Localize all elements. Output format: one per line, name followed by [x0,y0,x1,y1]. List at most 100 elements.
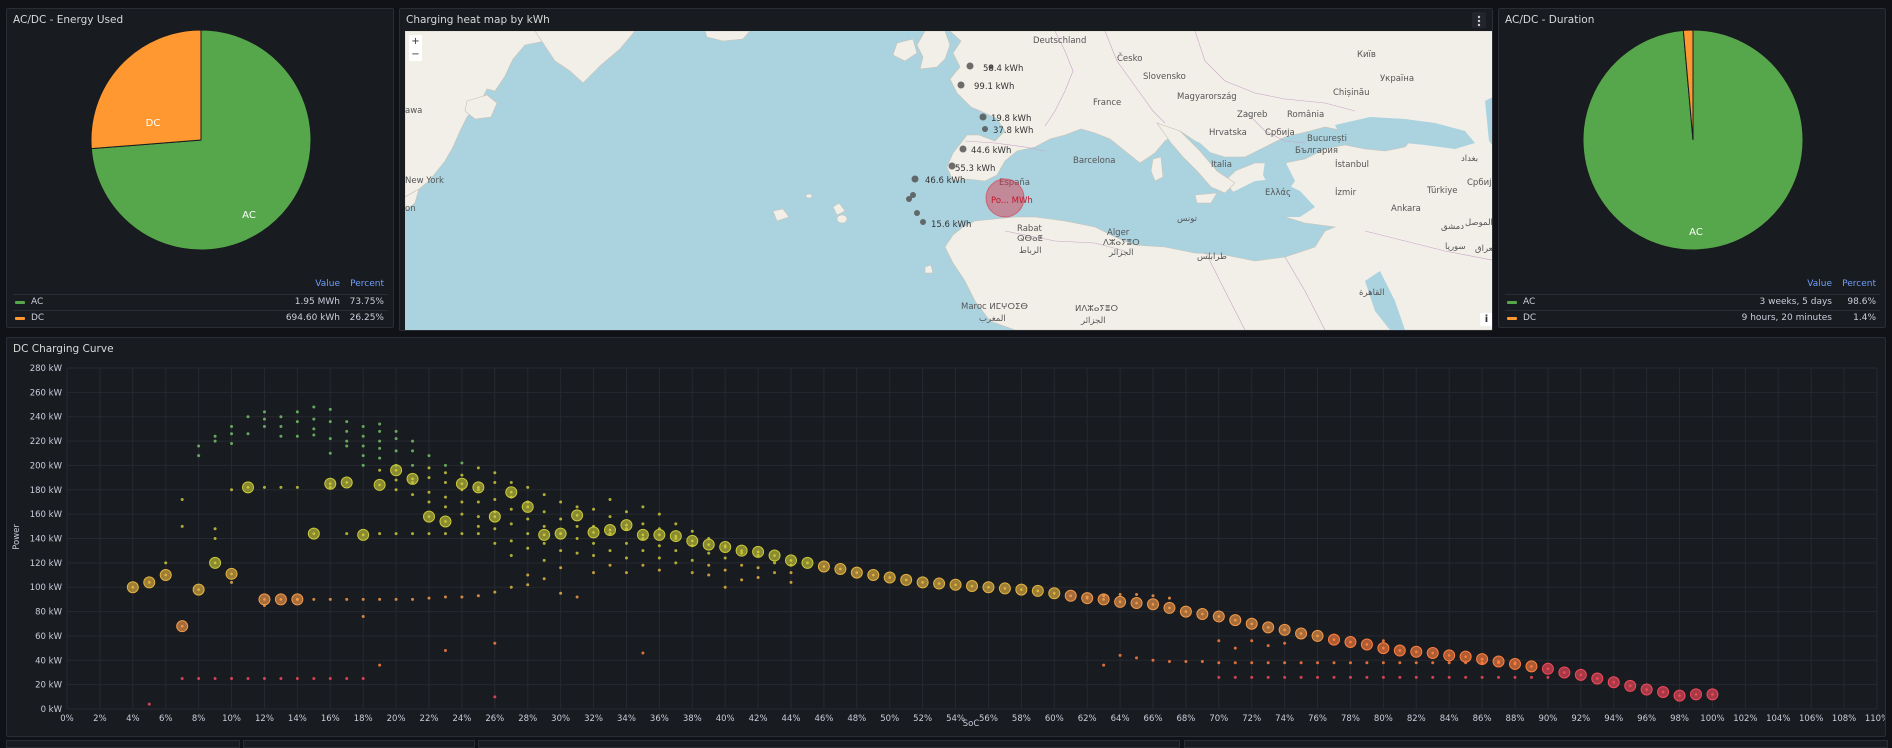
attribution-info-button[interactable]: i [1480,313,1492,326]
x-tick-label: 34% [617,714,636,724]
data-point [624,556,628,560]
data-point [361,677,365,681]
y-tick-label: 200 kW [30,461,63,471]
data-point [295,485,299,489]
data-point [197,444,201,448]
legend-percent-header[interactable]: Percent [1842,279,1876,289]
x-tick-label: 44% [782,714,801,724]
charging-curve-chart[interactable]: 0 kW20 kW40 kW60 kW80 kW100 kW120 kW140 … [7,356,1886,736]
data-point-center [1694,693,1698,696]
data-point [1184,660,1188,664]
data-point [690,558,694,562]
panel-title: AC/DC - Energy Used [13,14,124,26]
data-point [1414,661,1418,665]
heat-marker[interactable] [959,145,967,153]
legend-value-header[interactable]: Value [1807,279,1832,289]
data-point [707,573,711,577]
pie-slice-dc[interactable] [90,29,202,150]
data-point [230,580,234,584]
legend-row-dc[interactable]: DC 9 hours, 20 minutes 1.4% [1505,310,1880,326]
heat-marker[interactable] [957,81,965,89]
x-tick-label: 60% [1045,714,1064,724]
heat-marker[interactable] [911,175,919,183]
data-point [312,405,316,409]
legend-row-ac[interactable]: AC 1.95 MWh 73.75% [13,294,388,310]
heat-marker[interactable] [906,196,912,202]
legend-swatch-ac [1507,301,1517,304]
data-point-center [1036,589,1040,593]
data-point [361,454,365,458]
data-point [1332,661,1336,665]
heat-marker[interactable] [914,210,920,216]
data-point [1414,675,1418,679]
data-point-center [1102,598,1105,601]
x-tick-label: 98% [1670,714,1689,724]
heat-marker[interactable] [920,219,926,225]
data-point-center [1711,693,1714,696]
y-tick-label: 240 kW [30,413,63,423]
x-tick-label: 64% [1111,714,1130,724]
data-point-center [921,581,924,584]
legend-value-header[interactable]: Value [315,279,340,289]
x-tick-label: 10% [222,714,241,724]
x-axis-label: SoC [963,719,980,729]
data-point [542,524,546,528]
y-tick-label: 120 kW [30,559,63,569]
data-point [1250,675,1254,679]
map-view[interactable]: Deutschland Česko Київ Slovensko Україна… [405,31,1492,330]
data-point-center [690,539,694,543]
data-point [756,566,760,570]
data-point [559,517,563,521]
data-point-center [641,533,645,537]
legend-value: 1.95 MWh [294,297,340,307]
heat-marker[interactable] [982,126,988,132]
data-point-center [493,515,497,518]
data-point [1398,675,1402,679]
collapsed-panel [243,740,475,748]
data-point [559,591,563,595]
heat-marker[interactable] [979,113,987,121]
panel-menu-button[interactable] [1472,12,1486,28]
data-point [493,641,497,645]
data-point [411,597,415,601]
data-point-center [345,481,349,484]
data-point-center [1365,643,1369,646]
data-point [509,522,513,526]
marker-label: 19.8 kWh [991,114,1031,124]
legend-name: AC [31,297,44,307]
data-point-center [1595,677,1599,680]
data-point [1167,596,1171,600]
data-point-center [1266,626,1270,629]
data-point [443,595,447,599]
data-point [476,500,480,504]
data-point-center [1464,655,1467,658]
data-point-center [954,583,957,587]
data-point-center [1299,632,1303,635]
data-point [427,500,431,504]
duration-panel: AC/DC - Duration AC Value Percent AC 3 w… [1498,8,1886,328]
data-point [526,517,530,521]
x-tick-label: 66% [1144,714,1163,724]
data-point [559,549,563,553]
zoom-out-button[interactable]: − [409,48,422,61]
legend-row-ac[interactable]: AC 3 weeks, 5 days 98.6% [1505,294,1880,310]
x-tick-label: 22% [420,714,439,724]
more-vertical-icon [1477,15,1481,27]
data-point [411,449,415,453]
legend-swatch-dc [1507,317,1517,320]
data-point [361,434,365,438]
data-point [773,561,777,565]
zoom-in-button[interactable]: + [409,35,422,48]
x-tick-label: 6% [159,714,173,724]
data-point [624,571,628,575]
data-point [526,532,530,536]
data-point-center [987,585,990,589]
data-point [1266,644,1270,648]
legend-row-dc[interactable]: DC 694.60 kWh 26.25% [13,310,388,326]
heat-marker[interactable] [966,62,974,70]
data-point [493,480,497,484]
collapsed-panel [6,740,240,748]
legend-percent-header[interactable]: Percent [350,279,384,289]
data-point-center [213,561,217,565]
data-point [641,505,645,509]
